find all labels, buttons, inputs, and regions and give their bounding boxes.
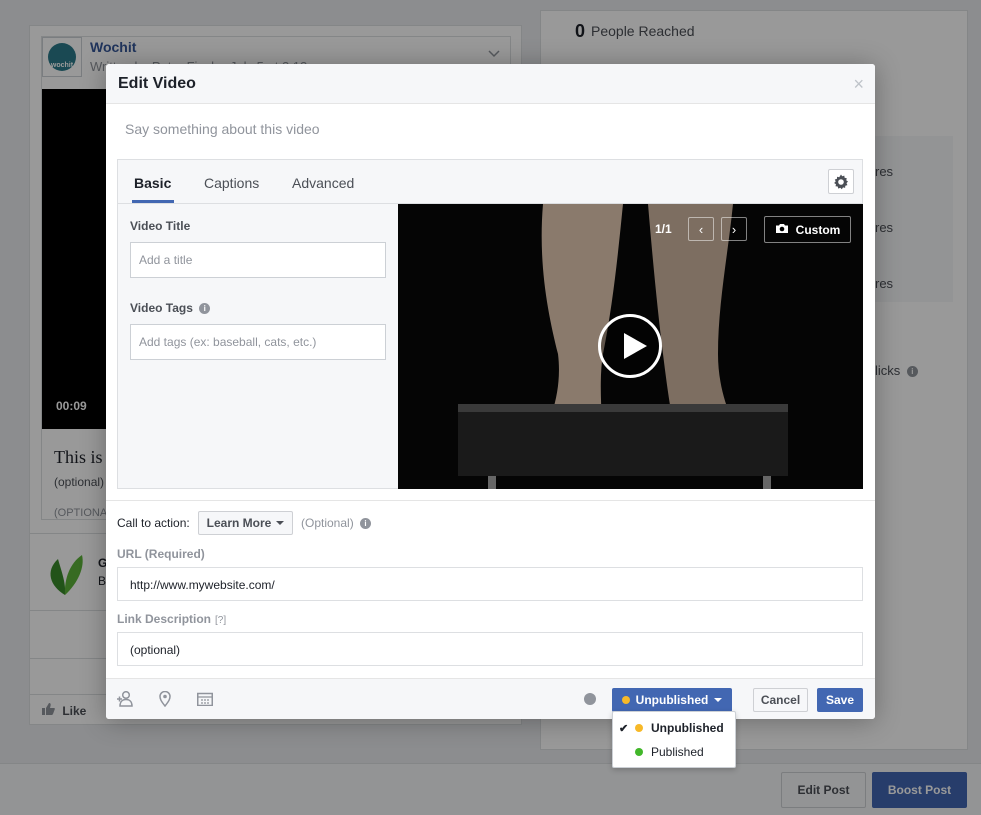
optional-text: (Optional): [301, 516, 354, 530]
calendar-icon[interactable]: [195, 689, 215, 709]
cta-value: Learn More: [206, 516, 272, 530]
thumbnail-counter: 1/1: [655, 222, 672, 236]
tab-basic[interactable]: Basic: [134, 175, 171, 191]
dialog-title: Edit Video: [118, 75, 196, 92]
menu-item-label: Published: [651, 745, 704, 759]
tab-bar: Basic Captions Advanced: [118, 160, 862, 204]
menu-item-label: Unpublished: [651, 721, 724, 735]
cta-optional-note: (Optional) i: [301, 516, 372, 530]
link-description-text: Link Description: [117, 612, 212, 626]
url-input[interactable]: http://www.mywebsite.com/: [117, 567, 863, 601]
custom-label: Custom: [795, 222, 841, 237]
help-hint[interactable]: [?]: [215, 615, 226, 626]
tag-person-icon[interactable]: [115, 689, 135, 709]
dialog-footer: Unpublished Cancel Save: [106, 678, 875, 719]
cta-label: Call to action:: [117, 516, 190, 530]
video-tags-text: Video Tags: [130, 301, 193, 315]
tab-advanced[interactable]: Advanced: [292, 175, 354, 191]
info-icon[interactable]: i: [199, 303, 211, 315]
save-button[interactable]: Save: [817, 688, 863, 712]
link-description-input[interactable]: (optional): [117, 632, 863, 666]
video-title-label: Video Title: [130, 219, 191, 233]
video-thumbnail[interactable]: 1/1 ‹ › Custom: [398, 204, 863, 489]
previous-thumbnail-button[interactable]: ‹: [688, 217, 714, 241]
description-input[interactable]: Say something about this video: [125, 121, 320, 137]
edit-video-dialog: Edit Video × Say something about this vi…: [106, 64, 875, 719]
next-thumbnail-button[interactable]: ›: [721, 217, 747, 241]
tab-captions[interactable]: Captions: [204, 175, 259, 191]
menu-item-published[interactable]: Published: [613, 741, 735, 763]
cta-dropdown[interactable]: Learn More: [198, 511, 293, 535]
publish-status-label: Unpublished: [635, 693, 709, 707]
check-icon: ✔: [619, 722, 629, 735]
published-status-dot: [635, 748, 643, 756]
play-icon[interactable]: [598, 314, 662, 378]
unpublished-status-dot: [621, 696, 630, 704]
chevron-left-icon: ‹: [698, 221, 704, 237]
globe-icon[interactable]: [584, 693, 596, 705]
caret-down-icon: [276, 521, 285, 525]
info-icon[interactable]: i: [360, 518, 372, 530]
active-tab-indicator: [132, 200, 174, 203]
video-tags-input[interactable]: Add tags (ex: baseball, cats, etc.): [130, 324, 386, 360]
video-fields: Video Title Add a title Video Tags i Add…: [118, 204, 398, 488]
publish-status-dropdown[interactable]: Unpublished: [612, 688, 732, 712]
gear-icon[interactable]: [828, 169, 854, 194]
menu-item-unpublished[interactable]: ✔ Unpublished: [613, 717, 735, 739]
dialog-header: Edit Video ×: [106, 64, 875, 104]
video-settings-panel: Basic Captions Advanced Video Title Add …: [117, 159, 863, 489]
chevron-right-icon: ›: [731, 221, 737, 237]
video-tags-label: Video Tags i: [130, 301, 211, 315]
url-label: URL (Required): [117, 547, 205, 561]
cancel-button[interactable]: Cancel: [753, 688, 808, 712]
unpublished-status-dot: [635, 724, 643, 732]
camera-icon: [775, 223, 789, 237]
link-description-label: Link Description [?]: [117, 612, 226, 626]
close-icon[interactable]: ×: [853, 74, 864, 95]
publish-status-menu: ✔ Unpublished Published: [612, 711, 736, 768]
caret-down-icon: [714, 698, 723, 702]
divider: [106, 500, 875, 501]
custom-thumbnail-button[interactable]: Custom: [764, 216, 851, 243]
video-title-input[interactable]: Add a title: [130, 242, 386, 278]
location-icon[interactable]: [155, 689, 175, 709]
